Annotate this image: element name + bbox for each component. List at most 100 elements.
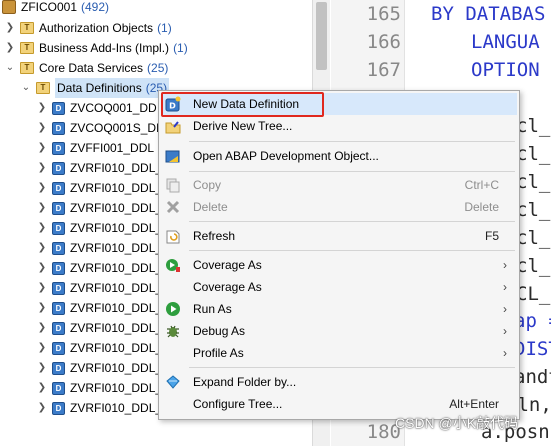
menu-item-open-abap-object[interactable]: Open ABAP Development Object... [161, 145, 517, 167]
chevron-right-icon[interactable]: ❯ [36, 138, 48, 158]
chevron-right-icon[interactable]: ❯ [4, 38, 16, 58]
folder-icon: T [20, 62, 34, 74]
chevron-right-icon[interactable]: ❯ [36, 398, 48, 418]
code-line: CL_ [516, 283, 551, 305]
menu-item-copy[interactable]: Copy Ctrl+C [161, 174, 517, 196]
tree-item-ddl[interactable]: ❯ D ZVRFI010_DDL_ [36, 178, 162, 198]
tree-item-label: ZVCOQ001S_DI [70, 121, 160, 135]
tree-item-ddl[interactable]: ❯ D ZVRFI010_DDL_ [36, 258, 162, 278]
chevron-right-icon[interactable]: ❯ [4, 18, 16, 38]
derive-tree-icon [165, 118, 181, 134]
chevron-down-icon[interactable]: ⌄ [20, 78, 32, 98]
tree-item-ddl[interactable]: ❯ D ZVRFI010_DDL_ [36, 338, 162, 358]
data-definition-icon: D [52, 301, 65, 315]
menu-item-coverage-as-2[interactable]: Coverage As › [161, 276, 517, 298]
menu-separator [189, 221, 515, 222]
tree-item-ddl[interactable]: ❯ D ZVRFI010_DDL_ [36, 398, 162, 418]
menu-item-refresh[interactable]: Refresh F5 [161, 225, 517, 247]
context-menu: D New Data Definition Derive New Tree...… [158, 90, 520, 420]
tree-item-ddl[interactable]: ❯ D ZVRFI010_DDL_ [36, 158, 162, 178]
watermark: CSDN @小K敲代码 [395, 415, 519, 431]
tree-item-ddl[interactable]: ❯ D ZVRFI010_DDL_ [36, 378, 162, 398]
tree-item-label: Authorization Objects [39, 21, 154, 35]
tree-item-ddl[interactable]: ❯ D ZVRFI010_DDL_ [36, 198, 162, 218]
menu-item-expand-folder[interactable]: Expand Folder by... [161, 371, 517, 393]
chevron-right-icon[interactable]: ❯ [36, 378, 48, 398]
line-number: 165 [366, 3, 401, 25]
chevron-right-icon[interactable]: ❯ [36, 318, 48, 338]
menu-item-debug-as[interactable]: Debug As › [161, 320, 517, 342]
data-definition-icon: D [52, 221, 65, 235]
tree-item-label: Core Data Services [39, 61, 144, 75]
tree-item-ddl[interactable]: ❯ D ZVFFI001_DDL [36, 138, 154, 158]
menu-item-shortcut: Ctrl+C [464, 178, 499, 192]
tree-item-label: ZVRFI010_DDL_ [70, 361, 163, 375]
chevron-right-icon[interactable]: ❯ [36, 198, 48, 218]
menu-item-label: Coverage As [193, 280, 262, 294]
menu-separator [189, 250, 515, 251]
tree-item-ddl[interactable]: ❯ D ZVRFI010_DDL_ [36, 358, 162, 378]
menu-item-new-data-definition[interactable]: D New Data Definition [161, 93, 517, 115]
tree-item-data-definitions[interactable]: ⌄ T Data Definitions (25) [20, 78, 170, 98]
menu-item-label: Derive New Tree... [193, 119, 293, 133]
tree-item-label: ZVRFI010_DDL_ [70, 201, 163, 215]
data-definition-icon: D [52, 201, 65, 215]
chevron-right-icon[interactable]: ❯ [36, 218, 48, 238]
debug-icon [165, 323, 181, 339]
tree-item-count: (1) [173, 41, 188, 55]
menu-item-derive-new-tree[interactable]: Derive New Tree... [161, 115, 517, 137]
menu-item-coverage-as[interactable]: Coverage As › [161, 254, 517, 276]
tree-item-label-selected: Data Definitions (25) [55, 78, 170, 98]
tree-item-label: ZVRFI010_DDL_ [70, 281, 163, 295]
chevron-down-icon[interactable]: ⌄ [4, 58, 16, 78]
tree-item-ddl[interactable]: ❯ D ZVCOQ001S_DI [36, 118, 160, 138]
menu-item-label: Open ABAP Development Object... [193, 149, 379, 163]
data-definition-icon: D [52, 401, 65, 415]
menu-item-shortcut: Delete [464, 200, 499, 214]
chevron-right-icon[interactable]: ❯ [36, 338, 48, 358]
menu-item-configure-tree[interactable]: Configure Tree... Alt+Enter [161, 393, 517, 415]
menu-separator [189, 367, 515, 368]
tree-item-ddl[interactable]: ❯ D ZVRFI010_DDL_ [36, 298, 162, 318]
submenu-arrow-icon: › [503, 258, 507, 272]
tree-item-label: ZVFFI001_DDL [70, 141, 155, 155]
chevron-right-icon[interactable]: ❯ [36, 238, 48, 258]
tree-item-label: ZVRFI010_DDL_ [70, 261, 163, 275]
tree-item-label: Data Definitions [57, 81, 142, 95]
tree-item-authorization-objects[interactable]: ❯ T Authorization Objects (1) [4, 18, 172, 38]
tree-item-ddl[interactable]: ❯ D ZVRFI010_DDL_ [36, 318, 162, 338]
tree-item-core-data-services[interactable]: ⌄ T Core Data Services (25) [4, 58, 169, 78]
menu-item-profile-as[interactable]: Profile As › [161, 342, 517, 364]
tree-item-ddl[interactable]: ❯ D ZVCOQ001_DD [36, 98, 157, 118]
tree-root-row[interactable]: ZFICO001 (492) [2, 0, 109, 17]
chevron-right-icon[interactable]: ❯ [36, 178, 48, 198]
chevron-right-icon[interactable]: ❯ [36, 118, 48, 138]
chevron-right-icon[interactable]: ❯ [36, 278, 48, 298]
tree-item-ddl[interactable]: ❯ D ZVRFI010_DDL_ [36, 218, 162, 238]
chevron-right-icon[interactable]: ❯ [36, 98, 48, 118]
code-line: OPTION [471, 59, 540, 81]
tree-item-label: ZVRFI010_DDL_ [70, 321, 163, 335]
menu-item-run-as[interactable]: Run As › [161, 298, 517, 320]
tree-item-business-add-ins[interactable]: ❯ T Business Add-Ins (Impl.) (1) [4, 38, 188, 58]
menu-item-label: Configure Tree... [193, 397, 283, 411]
line-number: 180 [366, 421, 401, 443]
chevron-right-icon[interactable]: ❯ [36, 258, 48, 278]
copy-icon [165, 177, 181, 193]
menu-item-label: Profile As [193, 346, 244, 360]
tree-item-count: (1) [157, 21, 172, 35]
open-object-icon [165, 148, 181, 164]
tree-item-label: ZVCOQ001_DD [70, 101, 157, 115]
tree-item-ddl[interactable]: ❯ D ZVRFI010_DDL_ [36, 238, 162, 258]
tree-scrollbar-thumb[interactable] [316, 2, 327, 70]
menu-item-label: Debug As [193, 324, 246, 338]
expand-folder-icon [165, 374, 181, 390]
tree-item-ddl[interactable]: ❯ D ZVRFI010_DDL_ [36, 278, 162, 298]
menu-item-label: Copy [193, 178, 222, 192]
chevron-right-icon[interactable]: ❯ [36, 358, 48, 378]
delete-icon [165, 199, 181, 215]
menu-item-delete[interactable]: Delete Delete [161, 196, 517, 218]
code-line: cl_e [516, 171, 551, 193]
chevron-right-icon[interactable]: ❯ [36, 158, 48, 178]
chevron-right-icon[interactable]: ❯ [36, 298, 48, 318]
